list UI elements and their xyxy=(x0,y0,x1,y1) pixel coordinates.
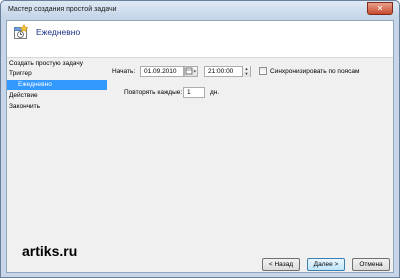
sidebar-item-action[interactable]: Действие xyxy=(7,91,107,101)
sync-timezones-label[interactable]: Синхронизировать по поясам xyxy=(270,68,359,75)
sync-timezones-checkbox[interactable] xyxy=(259,67,267,75)
spin-down-icon[interactable]: ▼ xyxy=(243,71,250,76)
watermark-text: artiks.ru xyxy=(22,243,78,259)
close-button[interactable]: ✕ xyxy=(367,2,393,15)
repeat-label: Повторять каждые: xyxy=(124,89,183,96)
sidebar-item-create-task[interactable]: Создать простую задачу xyxy=(7,59,107,69)
window-title: Мастер создания простой задачи xyxy=(8,6,117,13)
sidebar-item-daily[interactable]: Ежедневно xyxy=(7,80,107,90)
sidebar-item-trigger[interactable]: Триггер xyxy=(7,69,107,79)
sidebar-item-label: Триггер xyxy=(9,70,32,77)
cancel-button[interactable]: Отмена xyxy=(352,258,390,271)
wizard-window: Мастер создания простой задачи ✕ Ежеднев… xyxy=(0,0,400,278)
title-bar[interactable]: Мастер создания простой задачи ✕ xyxy=(1,1,399,19)
sidebar-item-finish[interactable]: Закончить xyxy=(7,102,107,112)
calendar-dropdown-icon xyxy=(185,67,196,75)
sidebar-item-label: Закончить xyxy=(9,103,41,110)
start-label: Начать: xyxy=(112,68,136,75)
date-picker-button[interactable] xyxy=(184,66,198,77)
start-time-field[interactable]: 21:00:00 ▲ ▼ xyxy=(204,66,251,77)
sidebar-item-label: Действие xyxy=(9,92,38,99)
repeat-unit-label: дн. xyxy=(210,89,220,96)
wizard-header: Ежедневно xyxy=(7,21,393,58)
page-title: Ежедневно xyxy=(36,27,81,37)
wizard-client-area: Ежедневно Создать простую задачу Триггер… xyxy=(6,20,394,273)
close-icon: ✕ xyxy=(376,4,384,13)
sidebar-item-label: Ежедневно xyxy=(18,81,52,88)
back-button[interactable]: < Назад xyxy=(262,258,300,271)
repeat-interval-input[interactable]: 1 xyxy=(183,87,205,98)
start-date-field[interactable]: 01.09.2010 xyxy=(140,66,184,77)
calendar-icon xyxy=(14,24,29,39)
start-time-value: 21:00:00 xyxy=(208,68,234,75)
wizard-steps-sidebar: Создать простую задачу Триггер Ежедневно… xyxy=(7,59,107,219)
sidebar-item-label: Создать простую задачу xyxy=(9,60,83,67)
time-spinner[interactable]: ▲ ▼ xyxy=(242,66,250,77)
next-button[interactable]: Далее > xyxy=(307,258,345,271)
